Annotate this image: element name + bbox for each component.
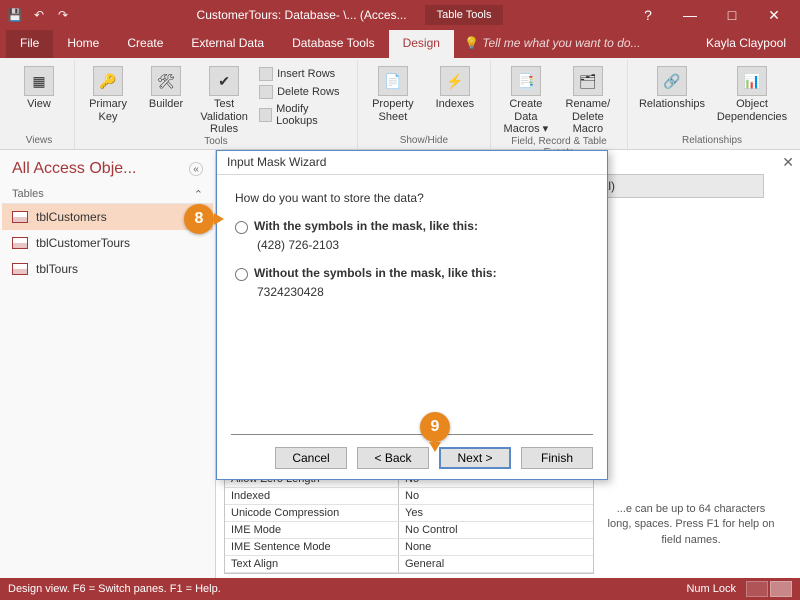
cancel-button[interactable]: Cancel — [275, 447, 347, 469]
window-title: CustomerTours: Database- \... (Acces... … — [72, 5, 628, 25]
delete-rows-button[interactable]: Delete Rows — [257, 84, 349, 100]
relationships-icon: 🔗 — [657, 66, 687, 96]
collapse-icon: ⌃ — [194, 188, 203, 201]
prop-row[interactable]: Unicode CompressionYes — [225, 505, 593, 522]
window-controls: ? — □ ✕ — [628, 1, 794, 29]
help-button[interactable]: ? — [628, 1, 668, 29]
radio-without-symbols[interactable]: Without the symbols in the mask, like th… — [235, 266, 589, 281]
radio-input[interactable] — [235, 221, 248, 234]
redo-icon[interactable]: ↷ — [54, 6, 72, 24]
primary-key-button[interactable]: 🔑 Primary Key — [83, 62, 133, 123]
user-label[interactable]: Kayla Claypool — [692, 30, 800, 58]
callout-9: 9 — [420, 412, 450, 442]
chevron-left-icon[interactable]: « — [189, 162, 203, 176]
insert-rows-button[interactable]: Insert Rows — [257, 66, 349, 82]
tab-external-data[interactable]: External Data — [177, 30, 278, 58]
key-icon: 🔑 — [93, 66, 123, 96]
group-tools: 🔑 Primary Key 🛠 Builder ✔ Test Validatio… — [75, 60, 358, 149]
radio-with-symbols[interactable]: With the symbols in the mask, like this: — [235, 219, 589, 234]
sample-without-symbols: 7324230428 — [257, 285, 589, 299]
numlock-indicator: Num Lock — [686, 583, 736, 595]
create-data-macros-button[interactable]: 📑 Create Data Macros ▾ — [499, 62, 553, 136]
indexes-button[interactable]: ⚡ Indexes — [428, 62, 482, 111]
nav-item-tblcustomertours[interactable]: tblCustomerTours — [2, 230, 213, 256]
ribbon: ▦ View Views 🔑 Primary Key 🛠 Builder ✔ T… — [0, 58, 800, 150]
lookup-icon — [259, 108, 272, 122]
table-icon — [12, 263, 28, 275]
datasheet-view-button[interactable] — [746, 581, 768, 597]
group-show-hide: 📄 Property Sheet ⚡ Indexes Show/Hide — [358, 60, 491, 149]
prop-row[interactable]: IME ModeNo Control — [225, 522, 593, 539]
tab-home[interactable]: Home — [53, 30, 113, 58]
undo-icon[interactable]: ↶ — [30, 6, 48, 24]
sample-with-symbols: (428) 726-2103 — [257, 238, 589, 252]
field-properties-grid: Allow Zero LengthNo IndexedNo Unicode Co… — [224, 470, 594, 574]
maximize-button[interactable]: □ — [712, 1, 752, 29]
rename-macro-icon: 🗂 — [573, 66, 603, 96]
table-icon — [12, 237, 28, 249]
prop-row[interactable]: IME Sentence ModeNone — [225, 539, 593, 556]
doc-title: CustomerTours: Database- \... (Acces... — [197, 8, 407, 22]
context-tab-label: Table Tools — [425, 5, 504, 25]
status-bar: Design view. F6 = Switch panes. F1 = Hel… — [0, 578, 800, 600]
delete-rows-icon — [259, 85, 273, 99]
dependencies-icon: 📊 — [737, 66, 767, 96]
object-dependencies-button[interactable]: 📊 Object Dependencies — [716, 62, 788, 123]
dialog-separator — [231, 434, 593, 435]
finish-button[interactable]: Finish — [521, 447, 593, 469]
prop-row[interactable]: IndexedNo — [225, 488, 593, 505]
validation-icon: ✔ — [209, 66, 239, 96]
dialog-title: Input Mask Wizard — [217, 151, 607, 175]
status-left: Design view. F6 = Switch panes. F1 = Hel… — [8, 583, 221, 595]
field-help-text: ...e can be up to 64 characters long, sp… — [606, 502, 776, 548]
rename-delete-macro-button[interactable]: 🗂 Rename/ Delete Macro — [561, 62, 615, 136]
callout-8: 8 — [184, 204, 214, 234]
tell-me-input[interactable]: Tell me what you want to do... — [454, 30, 692, 58]
view-switcher — [746, 581, 792, 597]
prop-row[interactable]: Text AlignGeneral — [225, 556, 593, 573]
property-sheet-icon: 📄 — [378, 66, 408, 96]
nav-item-tbltours[interactable]: tblTours — [2, 256, 213, 282]
titlebar: 💾 ↶ ↷ CustomerTours: Database- \... (Acc… — [0, 0, 800, 30]
data-macros-icon: 📑 — [511, 66, 541, 96]
property-sheet-button[interactable]: 📄 Property Sheet — [366, 62, 420, 123]
table-icon — [12, 211, 28, 223]
tab-database-tools[interactable]: Database Tools — [278, 30, 389, 58]
close-document-button[interactable]: ✕ — [782, 154, 794, 171]
design-view-button[interactable] — [770, 581, 792, 597]
input-mask-wizard-dialog: Input Mask Wizard How do you want to sto… — [216, 150, 608, 480]
save-icon[interactable]: 💾 — [6, 6, 24, 24]
indexes-icon: ⚡ — [440, 66, 470, 96]
group-views: ▦ View Views — [4, 60, 75, 149]
dialog-question: How do you want to store the data? — [235, 191, 589, 205]
nav-item-tblcustomers[interactable]: tblCustomers — [2, 204, 213, 230]
back-button[interactable]: < Back — [357, 447, 429, 469]
group-relationships: 🔗 Relationships 📊 Object Dependencies Re… — [628, 60, 796, 149]
close-button[interactable]: ✕ — [754, 1, 794, 29]
test-validation-button[interactable]: ✔ Test Validation Rules — [199, 62, 249, 136]
view-button[interactable]: ▦ View — [12, 62, 66, 111]
view-icon: ▦ — [24, 66, 54, 96]
modify-lookups-button[interactable]: Modify Lookups — [257, 102, 349, 128]
tab-create[interactable]: Create — [113, 30, 177, 58]
quick-access-toolbar: 💾 ↶ ↷ — [6, 6, 72, 24]
dialog-body: How do you want to store the data? With … — [217, 175, 607, 323]
builder-icon: 🛠 — [151, 66, 181, 96]
next-button[interactable]: Next > — [439, 447, 511, 469]
insert-rows-icon — [259, 67, 273, 81]
tab-design[interactable]: Design — [389, 30, 454, 58]
builder-button[interactable]: 🛠 Builder — [141, 62, 191, 111]
nav-title[interactable]: All Access Obje... « — [2, 154, 213, 184]
relationships-button[interactable]: 🔗 Relationships — [636, 62, 708, 111]
tab-file[interactable]: File — [6, 30, 53, 58]
ribbon-tabs: File Home Create External Data Database … — [0, 30, 800, 58]
minimize-button[interactable]: — — [670, 1, 710, 29]
nav-section-tables[interactable]: Tables⌃ — [2, 184, 213, 204]
group-events: 📑 Create Data Macros ▾ 🗂 Rename/ Delete … — [491, 60, 628, 149]
radio-input[interactable] — [235, 268, 248, 281]
